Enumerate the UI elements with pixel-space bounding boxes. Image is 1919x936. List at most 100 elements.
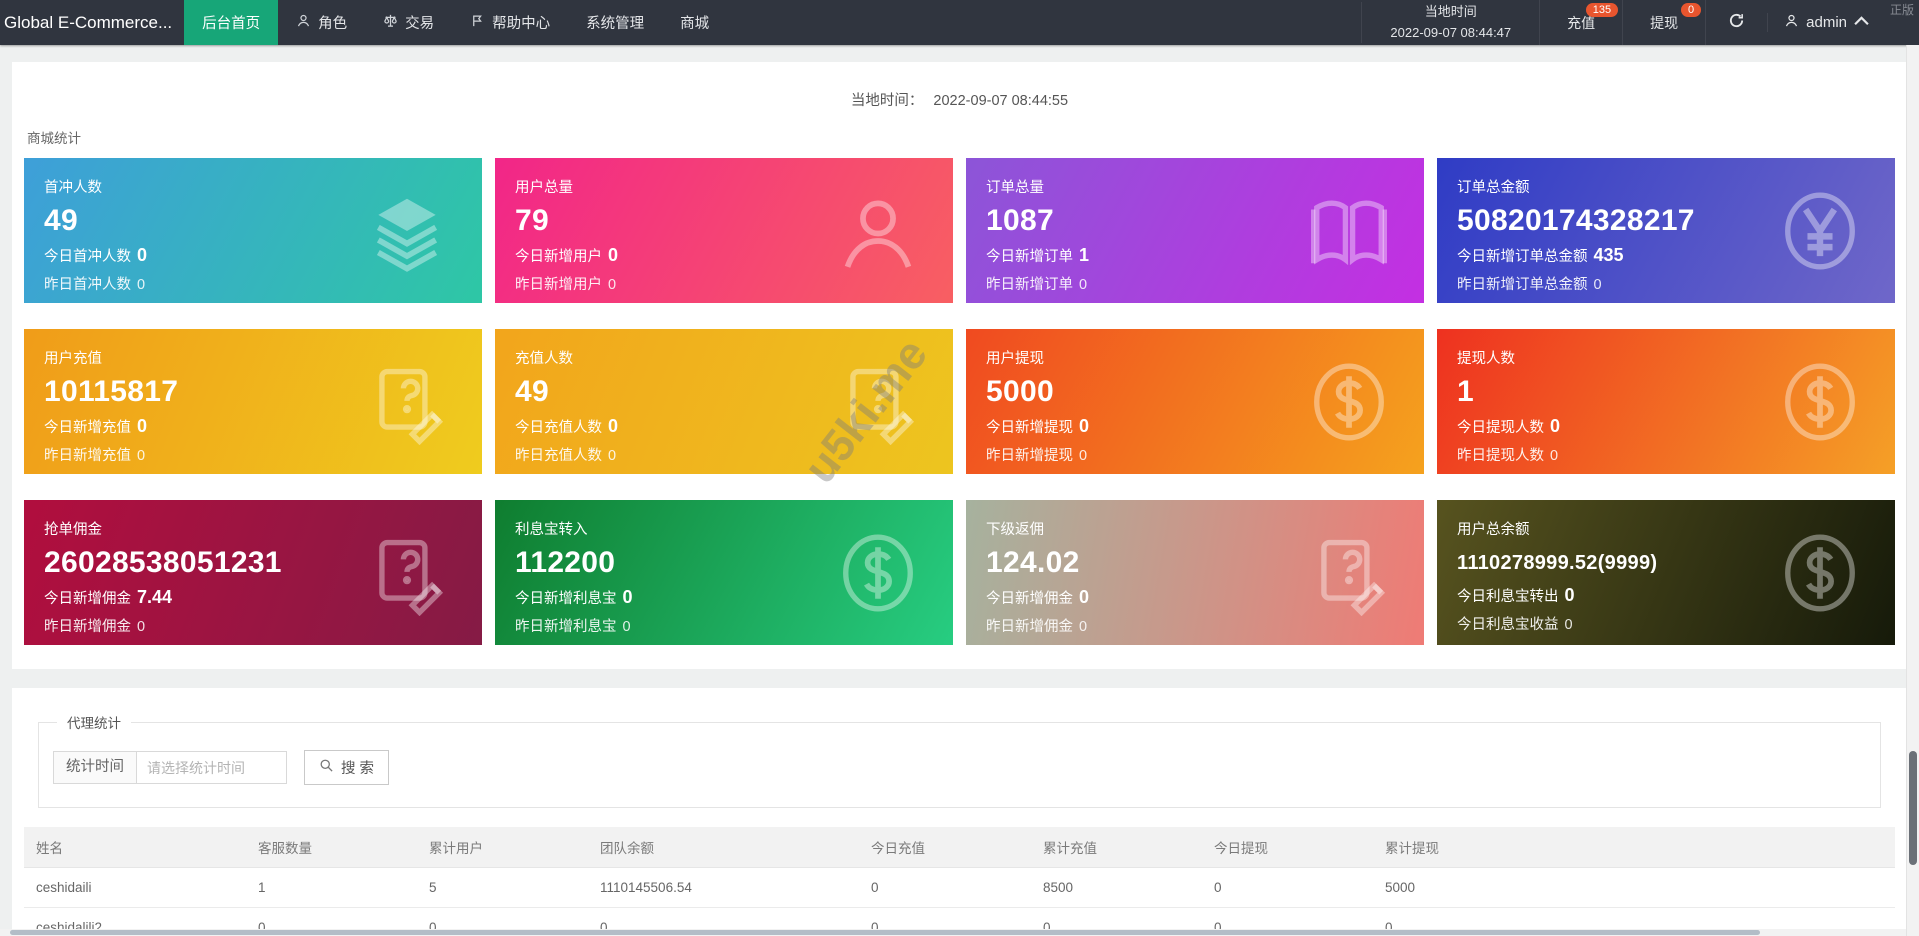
book-icon	[1306, 188, 1392, 274]
stat-card-yesterday-line: 昨日新增佣金 0	[44, 619, 146, 635]
chevron-up-icon	[1854, 13, 1869, 32]
stat-card: 用户总量 79 今日新增用户 0 昨日新增用户 0	[495, 158, 953, 303]
table-cell: 0	[859, 867, 1031, 908]
dollar-icon	[835, 530, 921, 616]
agent-stats-fieldset: 代理统计 统计时间 搜 索	[38, 712, 1881, 808]
table-cell: ceshidaili	[24, 867, 246, 908]
search-button[interactable]: 搜 索	[304, 750, 390, 785]
menu-item-label: 后台首页	[202, 16, 261, 32]
stat-card-yesterday-line: 昨日首冲人数 0	[44, 277, 146, 293]
menu-item-label: 系统管理	[586, 16, 645, 32]
table-cell: 1	[246, 867, 417, 908]
doc-icon	[364, 359, 450, 445]
dollar-icon	[1777, 359, 1863, 445]
table-header-cell: 客服数量	[246, 827, 417, 868]
stat-card-yesterday-line: 昨日新增订单 0	[986, 277, 1088, 293]
stat-card: 用户充值 10115817 今日新增充值 0 昨日新增充值 0	[24, 329, 482, 474]
topbar-local-time: 当地时间 2022-09-07 08:44:47	[1361, 2, 1539, 43]
table-row: ceshidaili 1 5 1110145506.54 0 8500 0 5000	[24, 867, 1895, 908]
filter-row: 统计时间 搜 索	[53, 750, 1866, 785]
table-header-cell: 今日提现	[1202, 827, 1373, 868]
menu-item-trade[interactable]: 交易	[365, 0, 452, 45]
table-cell: 5	[417, 867, 588, 908]
table-cell: 5000	[1373, 867, 1895, 908]
layers-icon	[364, 188, 450, 274]
stat-card: 利息宝转入 112200 今日新增利息宝 0 昨日新增利息宝 0	[495, 500, 953, 645]
mall-stats-panel: 当地时间： 2022-09-07 08:44:55 商城统计 首冲人数 49 今日首冲…	[12, 62, 1907, 669]
scales-icon	[383, 13, 398, 32]
menu-item-label: 交易	[405, 16, 435, 32]
horizontal-scrollbar-thumb[interactable]	[10, 930, 1760, 935]
table-header-cell: 今日充值	[859, 827, 1031, 868]
user-icon	[835, 188, 921, 274]
stat-time-input[interactable]	[137, 751, 287, 784]
stat-card: 首冲人数 49 今日首冲人数 0 昨日首冲人数 0	[24, 158, 482, 303]
corner-watermark: 正版	[1889, 3, 1914, 17]
search-button-label: 搜 索	[341, 761, 375, 777]
main-menu: 后台首页 角色 交易 帮助中心 系统管理 商城	[184, 0, 727, 45]
stat-card-yesterday-line: 昨日新增佣金 0	[986, 619, 1088, 635]
agent-table-body: ceshidaili 1 5 1110145506.54 0 8500 0 5000 ceshi…	[24, 867, 1895, 936]
section-title: 商城统计	[27, 131, 81, 146]
menu-item-dashboard[interactable]: 后台首页	[184, 0, 279, 45]
stat-card: 用户提现 5000 今日新增提现 0 昨日新增提现 0	[966, 329, 1424, 474]
menu-item-help-center[interactable]: 帮助中心	[452, 0, 568, 45]
user-icon	[1784, 13, 1799, 32]
vertical-scrollbar[interactable]	[1906, 45, 1919, 936]
recharge-badge: 135	[1585, 3, 1619, 17]
stat-card: 抢单佣金 26028538051231 今日新增佣金 7.44 昨日新增佣金 0	[24, 500, 482, 645]
agent-table-header-row: 姓名 客服数量 累计用户 团队余额 今日充值 累计充值 今日提现 累计提现	[24, 827, 1895, 868]
refresh-icon	[1728, 12, 1745, 34]
withdraw-label: 提现	[1650, 14, 1679, 31]
table-header-cell: 累计提现	[1373, 827, 1895, 868]
doc-icon	[364, 530, 450, 616]
agent-stats-legend: 代理统计	[67, 716, 121, 731]
agent-stats-panel: 代理统计 统计时间 搜 索 姓名客服数量累计用户团队余额今日充值累计充值今日提现…	[12, 688, 1907, 936]
stat-card: 用户总余额 1110278999.52(9999) 今日利息宝转出 0 今日利息宝收益 0	[1437, 500, 1895, 645]
stat-card-yesterday-line: 昨日新增利息宝 0	[515, 619, 631, 635]
recharge-button[interactable]: 充值 135	[1539, 0, 1622, 45]
local-time-value: 2022-09-07 08:44:47	[1390, 24, 1512, 40]
vertical-scrollbar-thumb[interactable]	[1909, 751, 1917, 865]
dollar-icon	[1777, 530, 1863, 616]
table-cell: 8500	[1031, 867, 1202, 908]
stat-card-yesterday-line: 昨日新增用户 0	[515, 277, 617, 293]
flag-icon	[470, 13, 485, 32]
table-header-cell: 累计充值	[1031, 827, 1202, 868]
panel-local-time: 当地时间： 2022-09-07 08:44:55	[12, 62, 1907, 110]
table-header-cell: 累计用户	[417, 827, 588, 868]
stat-card-yesterday-line: 昨日新增充值 0	[44, 448, 146, 464]
user-icon	[296, 13, 311, 32]
table-header-cell: 团队余额	[588, 827, 859, 868]
local-time-label: 当地时间	[1424, 4, 1477, 20]
menu-item-roles[interactable]: 角色	[278, 0, 365, 45]
topbar-right: 当地时间 2022-09-07 08:44:47 充值 135 提现 0 adm…	[1361, 0, 1919, 45]
menu-item-label: 帮助中心	[492, 16, 551, 32]
horizontal-scrollbar[interactable]	[0, 929, 1906, 936]
table-cell: 0	[1202, 867, 1373, 908]
search-icon	[319, 758, 334, 777]
withdraw-badge: 0	[1681, 3, 1702, 17]
stat-time-label: 统计时间	[53, 751, 137, 784]
refresh-button[interactable]	[1705, 0, 1767, 45]
app-title: Global E-Commerce...	[4, 12, 173, 32]
topbar: Global E-Commerce... 后台首页 角色 交易 帮助中心 系统管…	[0, 0, 1919, 45]
stat-card-yesterday-line: 昨日充值人数 0	[515, 448, 617, 464]
stat-card-yesterday-line: 昨日新增订单总金额 0	[1457, 277, 1602, 293]
menu-item-system[interactable]: 系统管理	[568, 0, 662, 45]
username: admin	[1806, 14, 1847, 31]
menu-item-label: 角色	[318, 16, 348, 32]
stat-card-yesterday-line: 昨日提现人数 0	[1457, 448, 1559, 464]
doc-icon	[1306, 530, 1392, 616]
table-header-cell: 姓名	[24, 827, 246, 868]
panel-local-time-value: 2022-09-07 08:44:55	[933, 93, 1069, 109]
dollar-icon	[1306, 359, 1392, 445]
menu-item-label: 商城	[680, 16, 710, 32]
stat-card: 提现人数 1 今日提现人数 0 昨日提现人数 0	[1437, 329, 1895, 474]
panel-local-time-label: 当地时间：	[850, 93, 924, 109]
table-cell: 1110145506.54	[588, 867, 859, 908]
stat-card-yesterday-line: 今日利息宝收益 0	[1457, 617, 1573, 633]
withdraw-button[interactable]: 提现 0	[1622, 0, 1705, 45]
stat-card-yesterday-line: 昨日新增提现 0	[986, 448, 1088, 464]
menu-item-mall[interactable]: 商城	[662, 0, 727, 45]
